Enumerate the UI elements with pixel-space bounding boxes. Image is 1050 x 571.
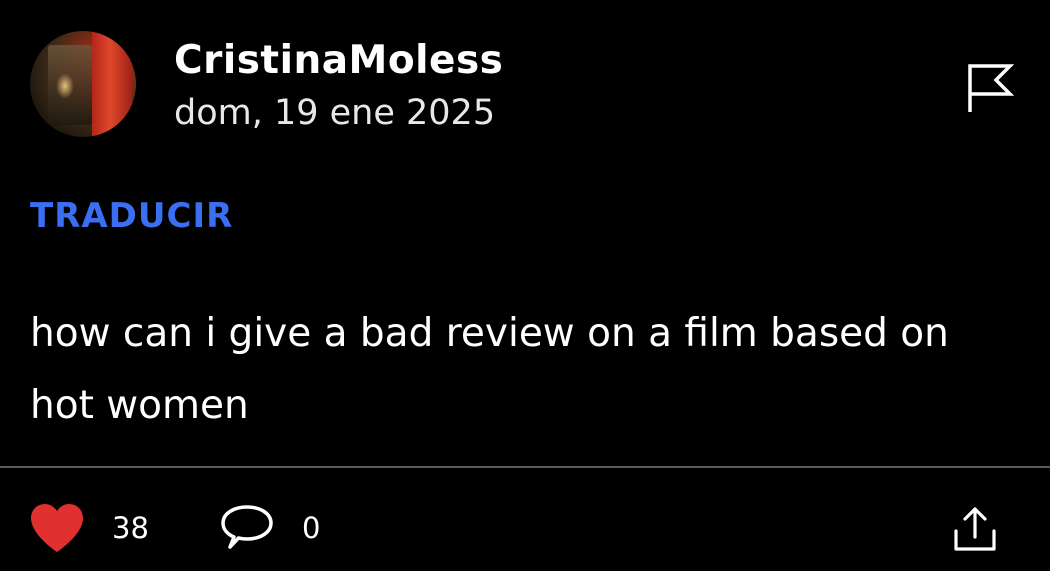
- avatar[interactable]: [30, 31, 136, 137]
- post-card: CristinaMoless dom, 19 ene 2025 TRADUCIR…: [0, 0, 1050, 571]
- author-name[interactable]: CristinaMoless: [174, 38, 503, 83]
- comment-bubble-icon: [221, 505, 273, 549]
- comment-count: 0: [302, 511, 321, 545]
- like-count: 38: [112, 511, 149, 545]
- translate-button[interactable]: TRADUCIR: [30, 196, 233, 236]
- avatar-photo-light: [56, 73, 74, 99]
- avatar-photo-curtain: [92, 31, 132, 137]
- report-button[interactable]: [960, 60, 1016, 116]
- heart-icon: [31, 504, 83, 552]
- comment-button[interactable]: 0: [218, 498, 320, 558]
- like-button[interactable]: 38: [28, 498, 149, 558]
- flag-icon: [968, 64, 1015, 112]
- share-icon: [954, 507, 996, 551]
- post-date: dom, 19 ene 2025: [174, 93, 496, 133]
- divider: [0, 466, 1050, 468]
- post-text: how can i give a bad review on a film ba…: [30, 311, 949, 428]
- share-button[interactable]: [950, 505, 1000, 555]
